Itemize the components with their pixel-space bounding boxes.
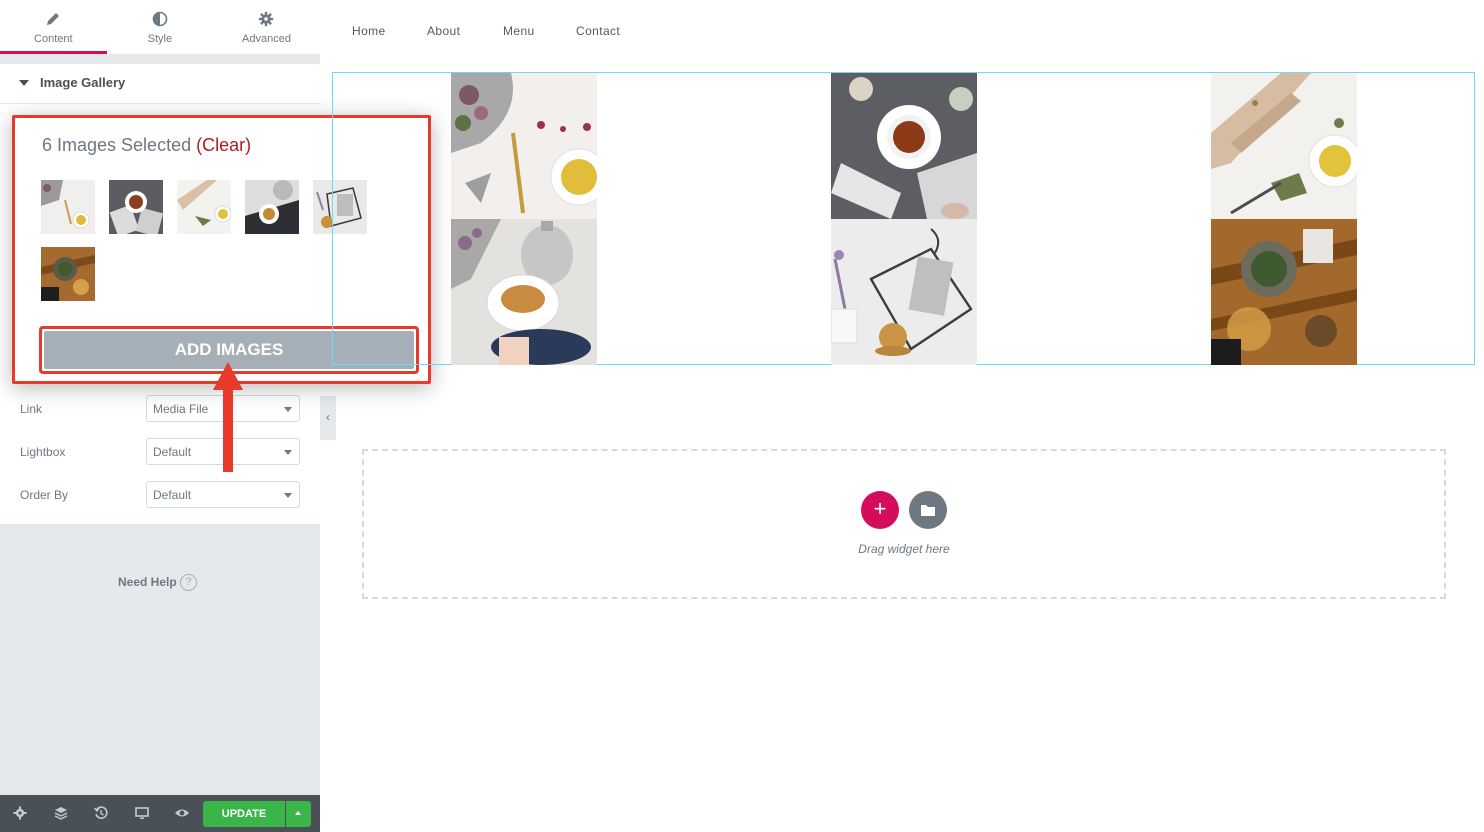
chevron-down-icon — [284, 407, 292, 412]
gear-icon — [258, 11, 274, 27]
gallery-image[interactable] — [831, 73, 977, 219]
link-label: Link — [20, 402, 43, 416]
layers-icon[interactable] — [53, 805, 69, 821]
tab-advanced[interactable]: Advanced — [213, 0, 320, 54]
gallery-thumbnail[interactable] — [41, 247, 95, 301]
panel-tabs: Content Style Advanced — [0, 0, 320, 54]
responsive-desktop-icon[interactable] — [134, 805, 150, 821]
update-button[interactable]: UPDATE — [203, 801, 285, 827]
images-selected-heading: 6 Images Selected (Clear) — [42, 135, 251, 156]
gallery-thumbnail[interactable] — [245, 180, 299, 234]
gallery-thumbnail[interactable] — [41, 180, 95, 234]
editor-footer: UPDATE — [0, 795, 320, 832]
tabs-divider — [0, 54, 320, 64]
lightbox-select-value: Default — [153, 445, 192, 459]
nav-about[interactable]: About — [427, 24, 460, 38]
lightbox-control: Lightbox Default — [0, 438, 320, 468]
tab-label: Content — [34, 33, 73, 45]
caret-down-icon — [19, 80, 29, 86]
add-template-button[interactable] — [909, 491, 947, 529]
order-by-select-value: Default — [153, 488, 192, 502]
nav-menu[interactable]: Menu — [503, 24, 535, 38]
gallery-image[interactable] — [451, 219, 597, 365]
order-by-label: Order By — [20, 488, 69, 502]
image-gallery-widget[interactable] — [332, 72, 1475, 365]
images-selected-count: 6 Images Selected — [42, 135, 192, 155]
tab-style[interactable]: Style — [107, 0, 214, 54]
link-control: Link Media File — [0, 395, 320, 425]
annotation-arrow — [213, 362, 243, 472]
gallery-thumbnail[interactable] — [177, 180, 231, 234]
settings-icon[interactable] — [12, 805, 28, 821]
gallery-image[interactable] — [451, 73, 597, 219]
drag-widget-hint: Drag widget here — [858, 542, 950, 556]
order-by-control: Order By Default — [0, 481, 320, 511]
order-by-select[interactable]: Default — [146, 481, 300, 508]
eye-icon[interactable] — [174, 805, 190, 821]
gallery-image[interactable] — [1211, 73, 1357, 219]
collapse-panel-button[interactable]: ‹ — [320, 396, 336, 440]
history-icon[interactable] — [93, 805, 109, 821]
chevron-down-icon — [284, 450, 292, 455]
half-circle-icon — [152, 11, 168, 27]
clear-images-link[interactable]: (Clear) — [196, 135, 251, 155]
lightbox-label: Lightbox — [20, 445, 66, 459]
nav-contact[interactable]: Contact — [576, 24, 620, 38]
update-options-button[interactable] — [286, 801, 311, 827]
tab-content[interactable]: Content — [0, 0, 107, 54]
link-select-value: Media File — [153, 402, 209, 416]
gallery-image[interactable] — [831, 219, 977, 365]
pencil-icon — [45, 11, 61, 27]
section-title: Image Gallery — [40, 75, 126, 90]
empty-section-drop-zone[interactable]: + Drag widget here — [362, 449, 1446, 599]
question-icon[interactable]: ? — [180, 574, 197, 591]
gallery-image[interactable] — [1211, 219, 1357, 365]
need-help-link[interactable]: Need Help — [118, 575, 177, 589]
add-section-button[interactable]: + — [861, 491, 899, 529]
gallery-thumbnail[interactable] — [109, 180, 163, 234]
nav-home[interactable]: Home — [352, 24, 386, 38]
tab-label: Advanced — [242, 33, 291, 45]
caret-up-icon — [295, 811, 301, 815]
section-header[interactable]: Image Gallery — [0, 64, 320, 104]
tab-label: Style — [147, 33, 173, 45]
folder-icon — [921, 505, 935, 516]
chevron-down-icon — [284, 493, 292, 498]
